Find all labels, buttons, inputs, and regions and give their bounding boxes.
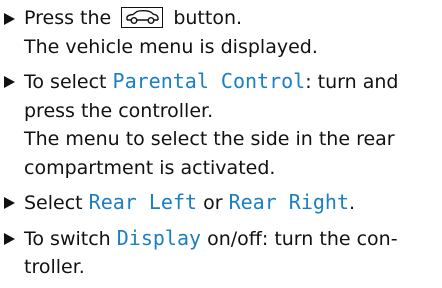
step-result: The menu to select the side in the rear … — [24, 128, 395, 179]
step-bullet-icon — [4, 232, 15, 245]
step-bullet-icon — [4, 13, 15, 25]
step-text: To select — [24, 71, 107, 93]
step-text: To switch — [24, 227, 111, 250]
keyword-parental-control: Parental Control — [112, 69, 306, 93]
step-text: Press the — [24, 7, 112, 29]
step-bullet-icon — [4, 197, 15, 209]
step-select-parental-control: To select Parental Control: turn and pre… — [4, 67, 438, 182]
instruction-list: Press the button. The vehicle menu is di… — [4, 4, 438, 288]
step-result: The vehicle menu is displayed. — [24, 35, 318, 58]
step-text: button. — [173, 7, 243, 29]
keyword-rear-left: Rear Left — [88, 190, 198, 214]
step-text: . — [349, 192, 356, 214]
step-text: or — [203, 192, 223, 214]
step-switch-display: To switch Display on/off: turn the con-t… — [4, 224, 438, 282]
keyword-display: Display — [116, 225, 202, 250]
step-text: Select — [24, 192, 83, 214]
keyword-rear-right: Rear Right — [228, 190, 349, 214]
step-select-rear-side: Select Rear Left or Rear Right. — [4, 188, 438, 218]
step-press-vehicle-button: Press the button. The vehicle menu is di… — [4, 4, 438, 61]
step-bullet-icon — [4, 76, 15, 88]
vehicle-car-icon — [121, 7, 164, 28]
